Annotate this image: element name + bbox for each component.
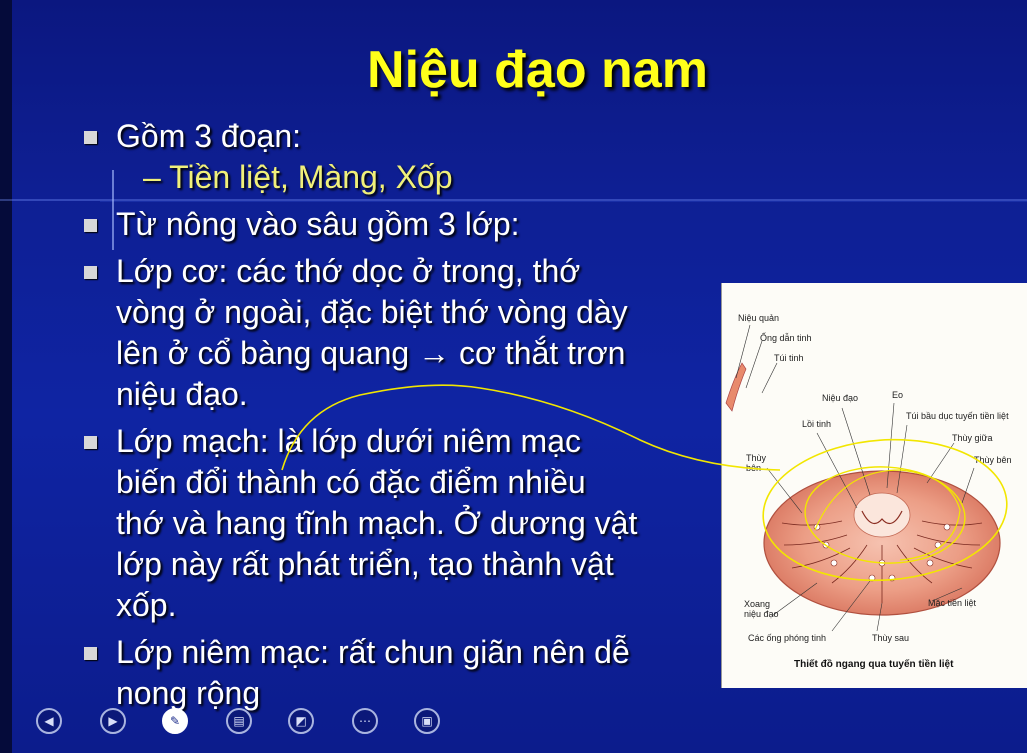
next-slide-button[interactable]: ▶ [100,708,126,734]
bullet-line: nong rộng [116,675,261,711]
label-ong-dan-tinh: Ống dẫn tinh [760,333,812,343]
bullet-item: Lớp niêm mạc: rất chun giãn nên dễ nong … [78,632,718,714]
label-thuy-sau: Thùy sau [872,633,910,643]
label-tui-tinh: Túi tinh [774,353,804,363]
bullet-square-icon [84,436,97,449]
pointer-icon: ◩ [295,714,307,728]
pointer-options-button[interactable]: ◩ [288,708,314,734]
pen-icon: ✎ [169,714,181,728]
prostate-illustration [725,324,1001,632]
label-nieu-dao: Niệu đạo [822,393,859,403]
sub-bullet-text: – Tiền liệt, Màng, Xốp [143,159,453,195]
previous-slide-button[interactable]: ◀ [36,708,62,734]
bullet-item: Từ nông vào sâu gồm 3 lớp: [78,204,718,245]
bullet-line: niệu đạo. [116,376,248,412]
bullet-line: lên ở cổ bàng quang → cơ thắt trơn [116,335,626,371]
bullet-item: Lớp cơ: các thớ dọc ở trong, thớ vòng ở … [78,251,718,415]
bullet-line: biến đổi thành có đặc điểm nhiều [116,464,586,500]
label-xoang-nieu-dao: Xoang niệu đạo [744,599,779,619]
arrow-right-icon: ▶ [108,714,118,728]
bullet-line: lớp này rất phát triển, tạo thành vật [116,546,614,582]
bullet-list: Gồm 3 đoạn: – Tiền liệt, Màng, Xốp Từ nô… [78,116,718,714]
monitor-icon: ▣ [421,714,433,728]
arrow-left-icon: ◀ [44,714,54,728]
bullet-line: Lớp mạch: là lớp dưới niêm mạc [116,423,581,459]
display-settings-button[interactable]: ▣ [414,708,440,734]
bullet-square-icon [84,647,97,660]
more-options-button[interactable]: ⋯ [352,708,378,734]
bullet-text: Gồm 3 đoạn: [116,118,301,154]
label-cac-ong-phong-tinh: Các ống phóng tinh [748,633,827,643]
prostate-cross-section-figure: Niệu quản Ống dẫn tinh Túi tinh Niệu đạo… [722,283,1027,688]
bullet-line: xốp. [116,587,177,623]
bullet-item: Lớp mạch: là lớp dưới niêm mạc biến đổi … [78,421,718,626]
pen-tool-button[interactable]: ✎ [162,708,188,734]
bullet-text: Từ nông vào sâu gồm 3 lớp: [116,206,520,242]
bullet-square-icon [84,131,97,144]
bullet-line: Lớp niêm mạc: rất chun giãn nên dễ [116,634,630,670]
bullet-square-icon [84,266,97,279]
label-thuy-ben-left: Thùy bên [746,453,767,473]
bullet-line: thớ và hang tĩnh mạch. Ở dương vật [116,505,638,541]
ellipsis-icon: ⋯ [359,714,371,728]
label-tui-bau-duc: Túi bầu dục tuyến tiền liệt [906,411,1009,421]
slides-overview-button[interactable]: ▤ [226,708,252,734]
bullet-line: Lớp cơ: các thớ dọc ở trong, thớ [116,253,581,289]
label-thuy-giua: Thùy giữa [952,433,993,443]
bullet-line: vòng ở ngoài, đặc biệt thớ vòng dày [116,294,628,330]
label-nieu-quan: Niệu quản [738,313,780,323]
left-edge-strip [0,0,12,753]
label-loi-tinh: Lồi tinh [802,419,832,429]
figure-caption: Thiết đồ ngang qua tuyến tiền liệt [794,659,954,670]
label-eo: Eo [892,390,904,400]
label-thuy-ben-right: Thùy bên [974,455,1012,465]
grid-icon: ▤ [233,714,245,728]
label-mac-tien-liet: Mặc tiền liệt [928,598,977,608]
slide-title: Niệu đạo nam [367,41,708,99]
bullet-square-icon [84,219,97,232]
bullet-item: Gồm 3 đoạn: [78,116,718,157]
